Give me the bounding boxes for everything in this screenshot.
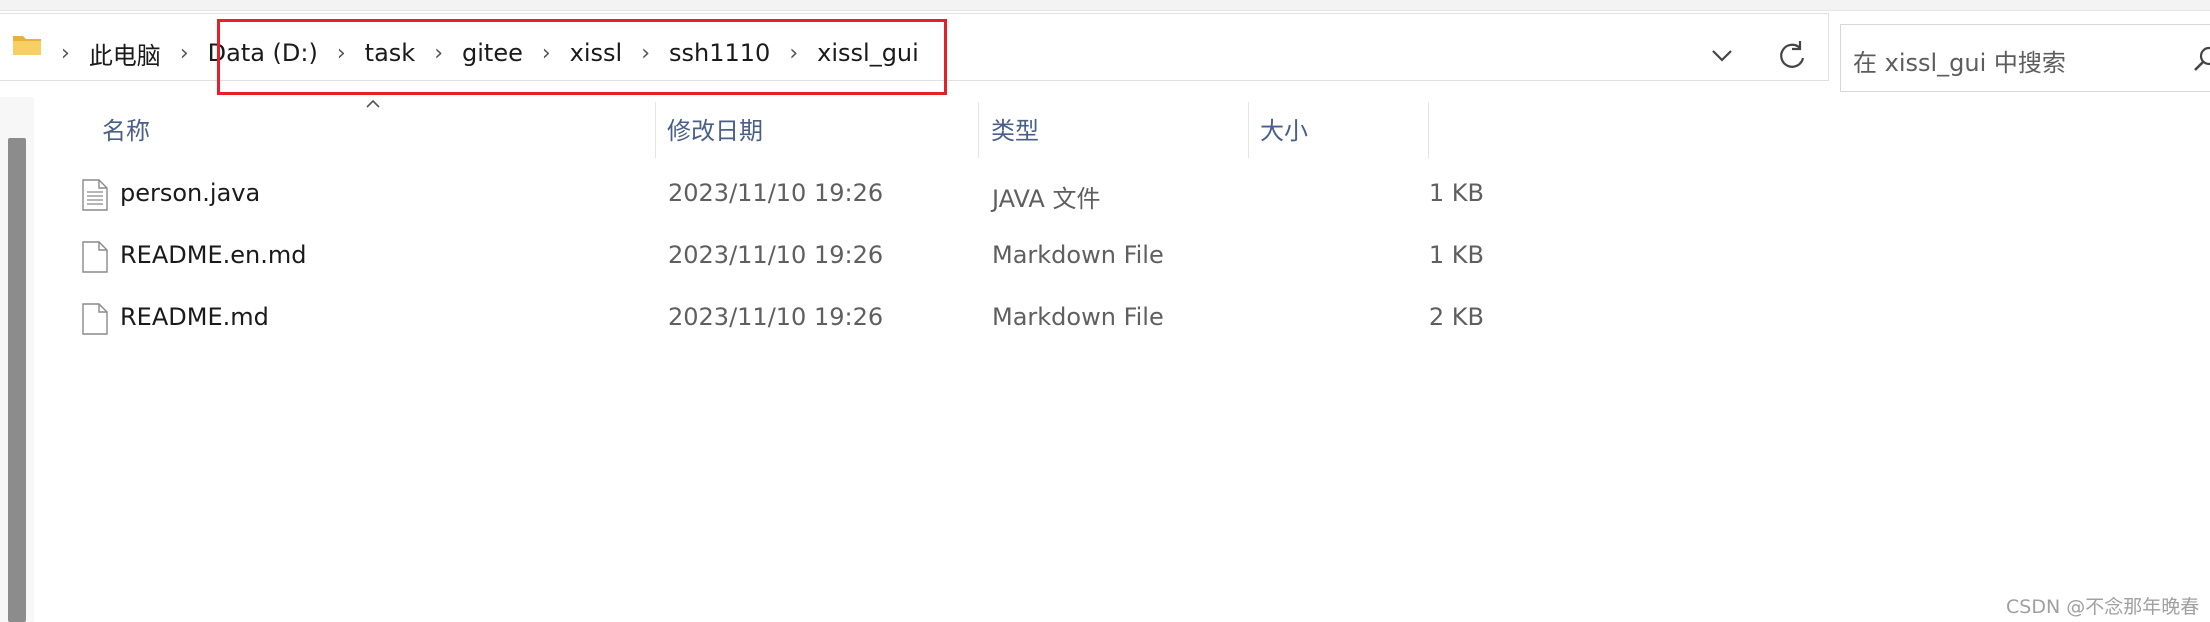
file-date: 2023/11/10 19:26 <box>668 241 884 269</box>
file-row[interactable]: README.en.md 2023/11/10 19:26 Markdown F… <box>70 227 1484 287</box>
file-type: Markdown File <box>992 241 1164 269</box>
column-divider[interactable] <box>1248 102 1249 158</box>
chevron-right-icon[interactable]: › <box>628 41 663 66</box>
file-row[interactable]: person.java 2023/11/10 19:26 JAVA 文件 1 K… <box>70 165 1484 225</box>
breadcrumb-item-gitee[interactable]: gitee <box>456 39 529 67</box>
chevron-right-icon[interactable]: › <box>48 41 83 66</box>
file-name: person.java <box>120 179 261 207</box>
column-divider[interactable] <box>655 102 656 158</box>
breadcrumb: › 此电脑 › Data (D:) › task › gitee › xissl… <box>48 33 925 73</box>
file-date: 2023/11/10 19:26 <box>668 179 884 207</box>
blank-file-icon <box>82 241 108 273</box>
search-icon[interactable] <box>2193 45 2210 73</box>
breadcrumb-item-xissl-gui[interactable]: xissl_gui <box>811 39 925 67</box>
file-row[interactable]: README.md 2023/11/10 19:26 Markdown File… <box>70 289 1484 349</box>
text-file-icon <box>82 179 108 211</box>
file-date: 2023/11/10 19:26 <box>668 303 884 331</box>
breadcrumb-item-xissl[interactable]: xissl <box>564 39 629 67</box>
file-size: 2 KB <box>1428 303 1484 331</box>
file-name: README.en.md <box>120 241 307 269</box>
breadcrumb-item-this-pc[interactable]: 此电脑 <box>83 36 167 71</box>
column-header-date[interactable]: 修改日期 <box>667 104 763 152</box>
breadcrumb-item-ssh1110[interactable]: ssh1110 <box>663 39 776 67</box>
folder-icon <box>13 36 41 55</box>
file-size: 1 KB <box>1428 241 1484 269</box>
search-input[interactable]: 在 xissl_gui 中搜索 <box>1840 24 2210 92</box>
breadcrumb-item-drive[interactable]: Data (D:) <box>202 39 324 67</box>
chevron-right-icon[interactable]: › <box>776 41 811 66</box>
file-name: README.md <box>120 303 269 331</box>
chevron-right-icon[interactable]: › <box>421 41 456 66</box>
blank-file-icon <box>82 303 108 335</box>
breadcrumb-item-task[interactable]: task <box>359 39 422 67</box>
column-header-name[interactable]: 名称 <box>102 104 150 152</box>
sort-ascending-icon <box>366 99 380 108</box>
chevron-right-icon[interactable]: › <box>529 41 564 66</box>
refresh-icon[interactable] <box>1770 34 1814 78</box>
file-type: Markdown File <box>992 303 1164 331</box>
scrollbar-thumb[interactable] <box>8 138 26 622</box>
column-divider[interactable] <box>1428 102 1429 158</box>
window-top-edge <box>0 0 2210 11</box>
file-size: 1 KB <box>1428 179 1484 207</box>
column-header-size[interactable]: 大小 <box>1260 104 1308 152</box>
search-placeholder: 在 xissl_gui 中搜索 <box>1853 49 2066 77</box>
watermark: CSDN @不念那年晚春 <box>2006 596 2200 618</box>
chevron-right-icon[interactable]: › <box>324 41 359 66</box>
chevron-down-icon[interactable] <box>1702 36 1742 76</box>
column-header-type[interactable]: 类型 <box>991 104 1039 152</box>
file-type: JAVA 文件 <box>992 185 1101 213</box>
chevron-right-icon[interactable]: › <box>167 41 202 66</box>
column-divider[interactable] <box>978 102 979 158</box>
